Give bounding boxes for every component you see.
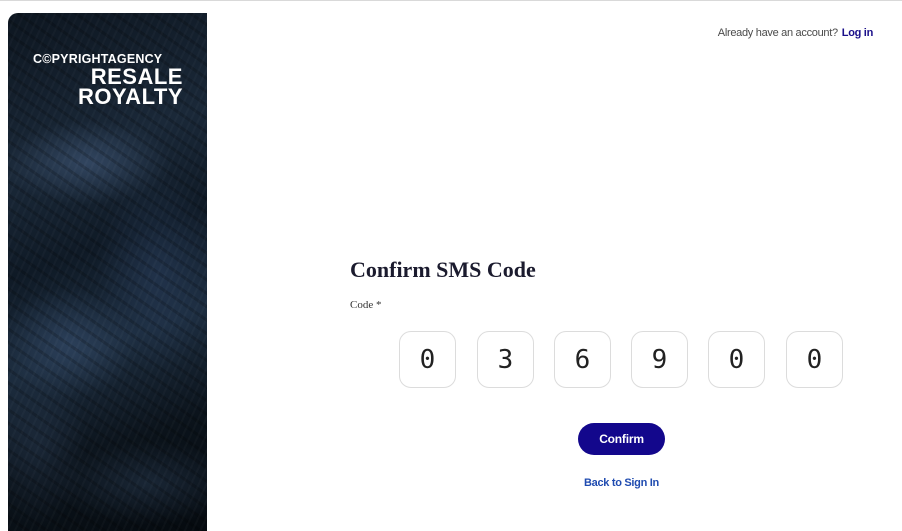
page-frame: C©PYRIGHTAGENCY RESALE ROYALTY Already h… <box>0 0 902 531</box>
page-title: Confirm SMS Code <box>350 257 536 282</box>
code-label: Code * <box>350 299 382 311</box>
logo-line-royalty: ROYALTY <box>78 84 183 109</box>
brand-panel: C©PYRIGHTAGENCY RESALE ROYALTY <box>8 13 207 531</box>
code-digit-2[interactable] <box>477 331 534 388</box>
brand-logo: C©PYRIGHTAGENCY RESALE ROYALTY <box>33 52 183 109</box>
code-digit-4[interactable] <box>631 331 688 388</box>
code-digit-6[interactable] <box>786 331 843 388</box>
login-prompt: Already have an account? Log in <box>717 27 874 39</box>
code-digit-5[interactable] <box>708 331 765 388</box>
back-to-sign-in-link[interactable]: Back to Sign In <box>584 477 659 489</box>
login-prompt-text: Already have an account? <box>717 27 838 39</box>
login-link[interactable]: Log in <box>842 27 874 39</box>
confirm-button[interactable]: Confirm <box>578 423 665 455</box>
code-digit-3[interactable] <box>554 331 611 388</box>
code-digit-1[interactable] <box>399 331 456 388</box>
